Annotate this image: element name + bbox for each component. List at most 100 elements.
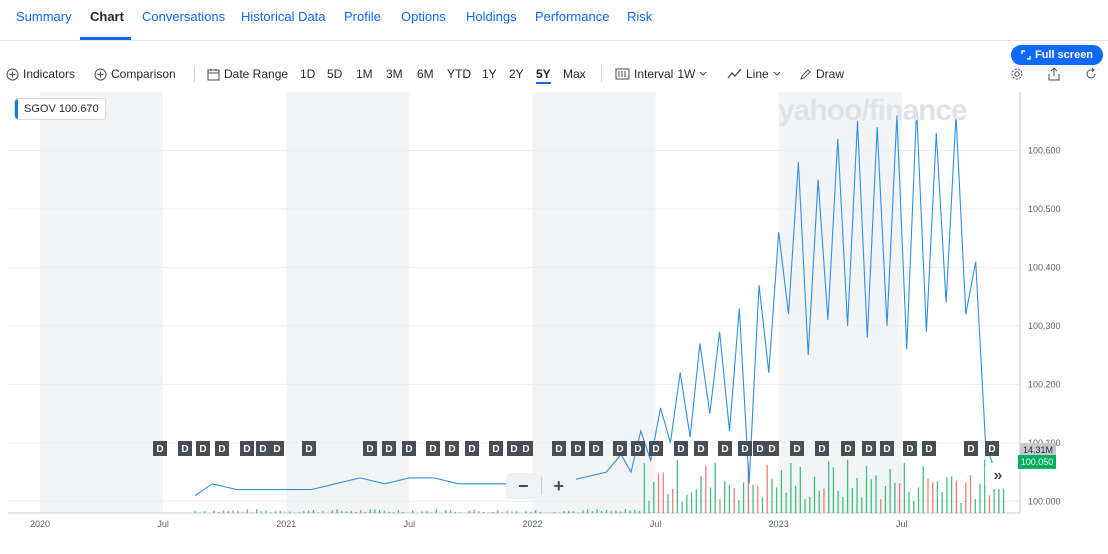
- indicators-label: Indicators: [23, 67, 75, 81]
- dividend-marker-label: D: [555, 444, 562, 455]
- volume-bar: [445, 510, 446, 513]
- volume-bar: [658, 473, 659, 513]
- zoom-in-button[interactable]: +: [542, 476, 577, 497]
- tab-holdings[interactable]: Holdings: [466, 9, 517, 24]
- series-swatch: [15, 99, 18, 119]
- chart-type-label: Line: [746, 67, 769, 81]
- volume-bar: [421, 511, 422, 513]
- chevron-down-icon: [773, 71, 781, 77]
- volume-bar: [629, 510, 630, 513]
- zoom-controls: − +: [506, 473, 576, 499]
- reset-button[interactable]: [1083, 66, 1099, 82]
- pencil-icon: [799, 68, 812, 81]
- volume-bar: [403, 512, 404, 513]
- volume-bar: [384, 511, 385, 513]
- dividend-marker-label: D: [405, 444, 412, 455]
- full-screen-label: Full screen: [1035, 49, 1093, 61]
- gear-icon: [1010, 67, 1024, 81]
- volume-bar: [218, 512, 219, 513]
- dividend-marker-label: D: [844, 444, 851, 455]
- range-1d[interactable]: 1D: [300, 67, 315, 81]
- y-tick-label: 100.300: [1028, 321, 1061, 331]
- range-ytd[interactable]: YTD: [447, 67, 471, 81]
- volume-bar: [918, 487, 919, 513]
- volume-bar: [620, 511, 621, 513]
- volume-bar: [710, 488, 711, 513]
- volume-bar: [932, 482, 933, 513]
- share-button[interactable]: [1046, 66, 1062, 82]
- volume-bar: [634, 510, 635, 513]
- indicators-button[interactable]: Indicators: [6, 67, 75, 81]
- volume-bar: [757, 485, 758, 513]
- volume-bar: [625, 509, 626, 513]
- range-max[interactable]: Max: [563, 67, 586, 81]
- legend-symbol: SGOV: [24, 103, 56, 115]
- volume-bar: [195, 511, 196, 513]
- volume-bar: [611, 511, 612, 513]
- volume-bar: [313, 510, 314, 513]
- volume-bar: [889, 469, 890, 513]
- chart-type-button[interactable]: Line: [727, 67, 781, 81]
- tab-conversations[interactable]: Conversations: [142, 9, 225, 24]
- volume-bar: [923, 466, 924, 513]
- volume-bar: [615, 510, 616, 513]
- volume-bar: [374, 509, 375, 513]
- draw-button[interactable]: Draw: [799, 67, 844, 81]
- volume-bar: [516, 511, 517, 513]
- tab-options[interactable]: Options: [401, 9, 446, 24]
- tab-risk[interactable]: Risk: [627, 9, 652, 24]
- plus-circle-icon: [94, 68, 107, 81]
- tab-historical-data[interactable]: Historical Data: [241, 9, 326, 24]
- legend-value: 100.670: [59, 103, 99, 115]
- volume-bar: [819, 491, 820, 513]
- volume-bar: [828, 462, 829, 513]
- volume-bar: [341, 511, 342, 513]
- zoom-out-button[interactable]: −: [506, 476, 541, 497]
- volume-bar: [847, 460, 848, 513]
- volume-bar: [762, 497, 763, 513]
- volume-bar: [738, 500, 739, 513]
- interval-value: 1W: [677, 67, 695, 81]
- x-tick-label: Jul: [896, 519, 908, 529]
- dividend-marker-label: D: [652, 444, 659, 455]
- range-1m[interactable]: 1M: [356, 67, 373, 81]
- dividend-marker-label: D: [741, 444, 748, 455]
- volume-bar: [814, 477, 815, 513]
- x-tick-label: Jul: [404, 519, 416, 529]
- interval-button[interactable]: Interval 1W: [615, 67, 707, 81]
- range-1y[interactable]: 1Y: [482, 67, 497, 81]
- tab-performance[interactable]: Performance: [535, 9, 609, 24]
- volume-bar: [228, 511, 229, 513]
- volume-bar: [280, 511, 281, 513]
- draw-label: Draw: [816, 67, 844, 81]
- volume-bar: [743, 482, 744, 513]
- volume-bar: [213, 511, 214, 513]
- dividend-marker-label: D: [793, 444, 800, 455]
- tab-chart[interactable]: Chart: [90, 9, 124, 24]
- interval-label: Interval: [634, 67, 673, 81]
- date-range-button[interactable]: Date Range: [207, 67, 288, 81]
- volume-bar: [960, 503, 961, 513]
- volume-bar: [771, 479, 772, 513]
- range-6m[interactable]: 6M: [417, 67, 434, 81]
- volume-bar: [237, 511, 238, 513]
- volume-bar: [677, 460, 678, 513]
- tab-profile[interactable]: Profile: [344, 9, 381, 24]
- range-3m[interactable]: 3M: [386, 67, 403, 81]
- volume-bar: [299, 512, 300, 513]
- settings-button[interactable]: [1009, 66, 1025, 82]
- scroll-to-latest-button[interactable]: »: [985, 463, 1011, 489]
- range-2y[interactable]: 2Y: [509, 67, 524, 81]
- plus-circle-icon: [6, 68, 19, 81]
- volume-bar: [511, 511, 512, 513]
- volume-bar: [256, 509, 257, 513]
- volume-bar: [412, 511, 413, 513]
- volume-bar: [303, 511, 304, 513]
- dividend-marker-label: D: [925, 444, 932, 455]
- comparison-button[interactable]: Comparison: [94, 67, 176, 81]
- chart-legend[interactable]: SGOV 100.670: [14, 98, 106, 120]
- tab-summary[interactable]: Summary: [16, 9, 72, 24]
- range-5y[interactable]: 5Y: [536, 67, 551, 84]
- dividend-marker-label: D: [199, 444, 206, 455]
- range-5d[interactable]: 5D: [327, 67, 342, 81]
